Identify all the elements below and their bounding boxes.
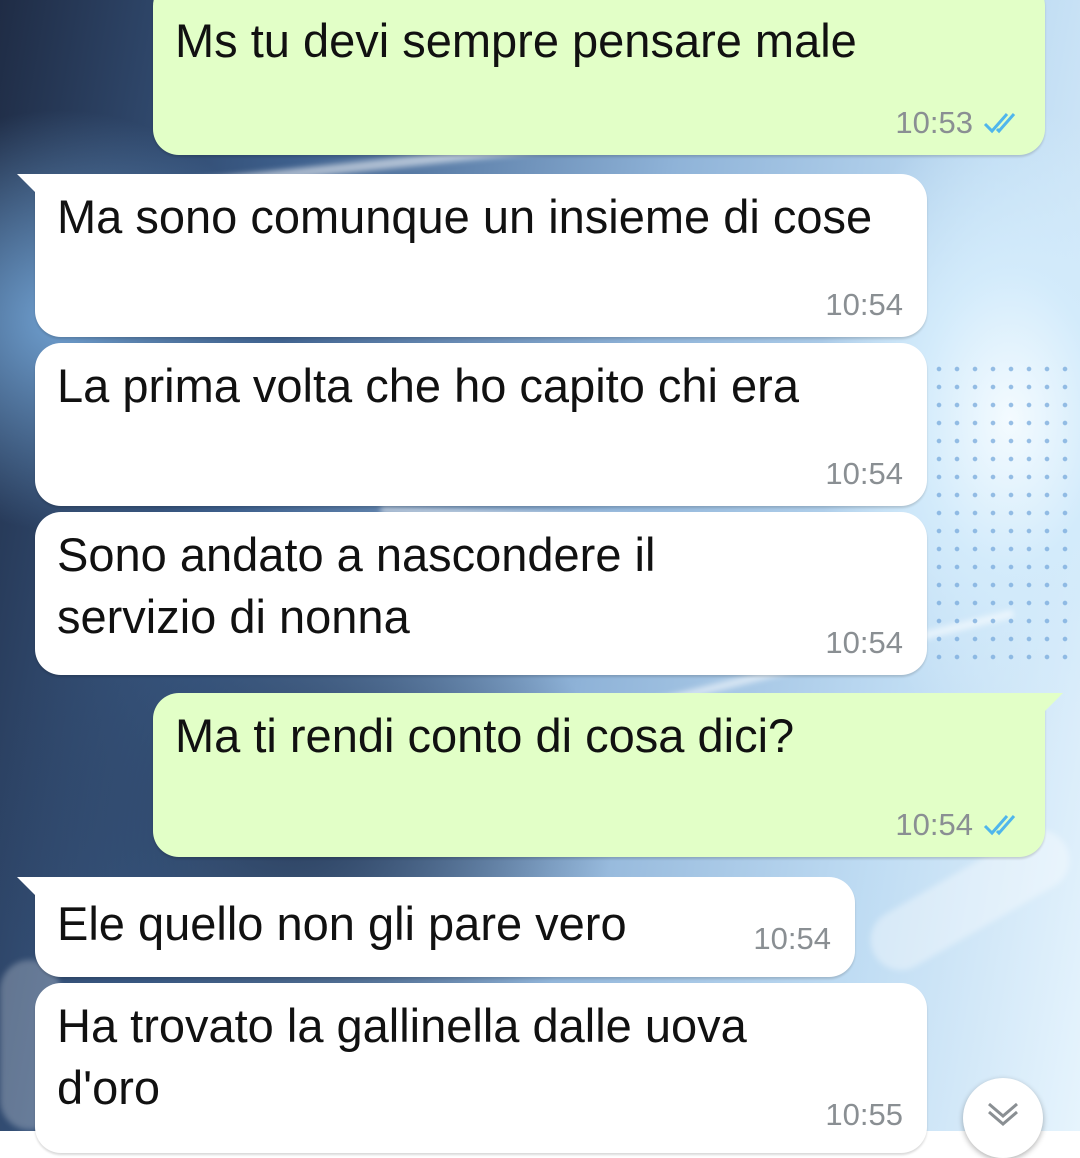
message-text: La prima volta che ho capito chi era	[57, 359, 799, 412]
scroll-to-bottom-button[interactable]	[963, 1078, 1043, 1158]
message-bubble-outgoing[interactable]: Ms tu devi sempre pensare male 10:53	[153, 0, 1045, 155]
message-bubble-incoming[interactable]: La prima volta che ho capito chi era 10:…	[35, 343, 927, 506]
message-text: Sono andato a nascondere il servizio di …	[57, 528, 656, 643]
message-meta: 10:54	[753, 921, 831, 957]
double-check-icon	[983, 813, 1021, 837]
double-check-icon	[983, 111, 1021, 135]
bubble-tail	[17, 877, 39, 899]
message-meta: 10:54	[895, 807, 1021, 843]
message-bubble-incoming[interactable]: Ele quello non gli pare vero 10:54	[17, 877, 855, 977]
message-bubble-outgoing[interactable]: Ma ti rendi conto di cosa dici? 10:54	[153, 693, 1063, 857]
message-bubble-incoming[interactable]: Ma sono comunque un insieme di cose 10:5…	[17, 174, 927, 337]
message-time: 10:55	[825, 1097, 903, 1132]
message-meta: 10:55	[825, 1097, 903, 1133]
message-meta: 10:53	[895, 105, 1021, 141]
bubble-tail	[1041, 693, 1063, 715]
message-time: 10:53	[895, 105, 973, 140]
message-meta: 10:54	[825, 456, 903, 492]
message-text: Ma ti rendi conto di cosa dici?	[175, 709, 795, 762]
message-meta: 10:54	[825, 625, 903, 661]
message-meta: 10:54	[825, 287, 903, 323]
message-time: 10:54	[895, 807, 973, 842]
message-bubble-incoming[interactable]: Sono andato a nascondere il servizio di …	[35, 512, 927, 675]
message-time: 10:54	[825, 625, 903, 660]
message-time: 10:54	[825, 456, 903, 491]
message-text: Ele quello non gli pare vero	[57, 897, 627, 950]
message-time: 10:54	[825, 287, 903, 322]
message-text: Ha trovato la gallinella dalle uova d'or…	[57, 999, 747, 1114]
bubble-tail	[17, 174, 39, 196]
message-time: 10:54	[753, 921, 831, 956]
message-text: Ms tu devi sempre pensare male	[175, 14, 857, 67]
message-bubble-incoming[interactable]: Ha trovato la gallinella dalle uova d'or…	[35, 983, 927, 1153]
message-text: Ma sono comunque un insieme di cose	[57, 190, 873, 243]
chevron-double-down-icon	[988, 1102, 1018, 1126]
